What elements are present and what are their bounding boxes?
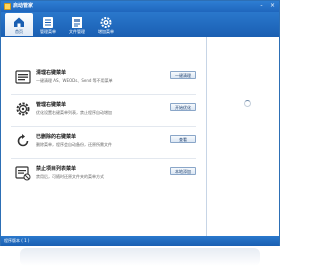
list-item: 已删除的右键菜单 删除菜单，程序会自动备份，还原所需文件 查看 xyxy=(1,128,206,156)
gear-icon xyxy=(16,102,30,116)
app-logo-icon xyxy=(4,3,11,10)
home-icon xyxy=(14,17,24,27)
item-title: 已删除的右键菜单 xyxy=(36,134,77,140)
tab-label: 首页 xyxy=(15,29,23,34)
item-title: 清理右键菜单 xyxy=(36,70,67,76)
item-title: 禁止项目列表菜单 xyxy=(36,166,77,172)
side-panel xyxy=(206,37,279,237)
window-title: 启动管家 xyxy=(13,3,34,9)
minimize-button[interactable]: - xyxy=(257,2,266,10)
add-local-button[interactable]: 本地添加 xyxy=(170,167,196,175)
tab-manage-menu[interactable]: 管理菜单 xyxy=(34,13,62,36)
toolbar: 首页 管理菜单 文件管理 增加菜单 xyxy=(1,12,279,37)
item-description: 一键清理 AS、WEODs、Send 等不用菜单 xyxy=(36,78,113,83)
close-button[interactable]: × xyxy=(268,2,277,10)
divider xyxy=(11,158,196,159)
list-item: 清理右键菜单 一键清理 AS、WEODs、Send 等不用菜单 一键清理 xyxy=(1,64,206,92)
clean-button[interactable]: 一键清理 xyxy=(170,71,196,79)
status-text: 程序版本 ( 1 ) xyxy=(4,238,30,243)
restore-icon xyxy=(17,134,29,147)
tab-label: 管理菜单 xyxy=(40,29,56,34)
item-title: 管理右键菜单 xyxy=(36,102,67,108)
item-description: 删除菜单，程序会自动备份，还原所需文件 xyxy=(36,142,112,147)
tab-home[interactable]: 首页 xyxy=(5,13,33,36)
list-icon xyxy=(43,17,53,28)
divider xyxy=(11,94,196,95)
disable-icon xyxy=(15,166,31,181)
tab-label: 增加菜单 xyxy=(98,29,114,34)
optimize-button[interactable]: 开始优化 xyxy=(170,103,196,111)
main-content: 清理右键菜单 一键清理 AS、WEODs、Send 等不用菜单 一键清理 管理右… xyxy=(1,37,206,237)
item-description: 禁用后，可随时还原文件夹的菜单方式 xyxy=(36,174,104,179)
window-reflection xyxy=(20,248,260,266)
title-bar[interactable]: 启动管家 - × xyxy=(1,1,279,12)
tab-file-manage[interactable]: 文件管理 xyxy=(63,13,91,36)
list-item: 禁止项目列表菜单 禁用后，可随时还原文件夹的菜单方式 本地添加 xyxy=(1,160,206,188)
window-controls: - × xyxy=(257,2,277,10)
tab-add-menu[interactable]: 增加菜单 xyxy=(92,13,120,36)
loading-spinner-icon xyxy=(244,100,251,107)
document-icon xyxy=(72,17,82,28)
gear-icon xyxy=(100,17,112,28)
item-description: 优化设置右键菜单列表，禁止程序自动增加 xyxy=(36,110,112,115)
list-item: 管理右键菜单 优化设置右键菜单列表，禁止程序自动增加 开始优化 xyxy=(1,96,206,124)
tab-label: 文件管理 xyxy=(69,29,85,34)
list-icon xyxy=(15,70,31,84)
status-bar: 程序版本 ( 1 ) xyxy=(1,236,279,246)
divider xyxy=(11,126,196,127)
app-window: 启动管家 - × 首页 管理菜单 文件管理 增加菜单 清理右键菜单 一键清理 A… xyxy=(0,0,280,246)
view-button[interactable]: 查看 xyxy=(170,135,196,143)
